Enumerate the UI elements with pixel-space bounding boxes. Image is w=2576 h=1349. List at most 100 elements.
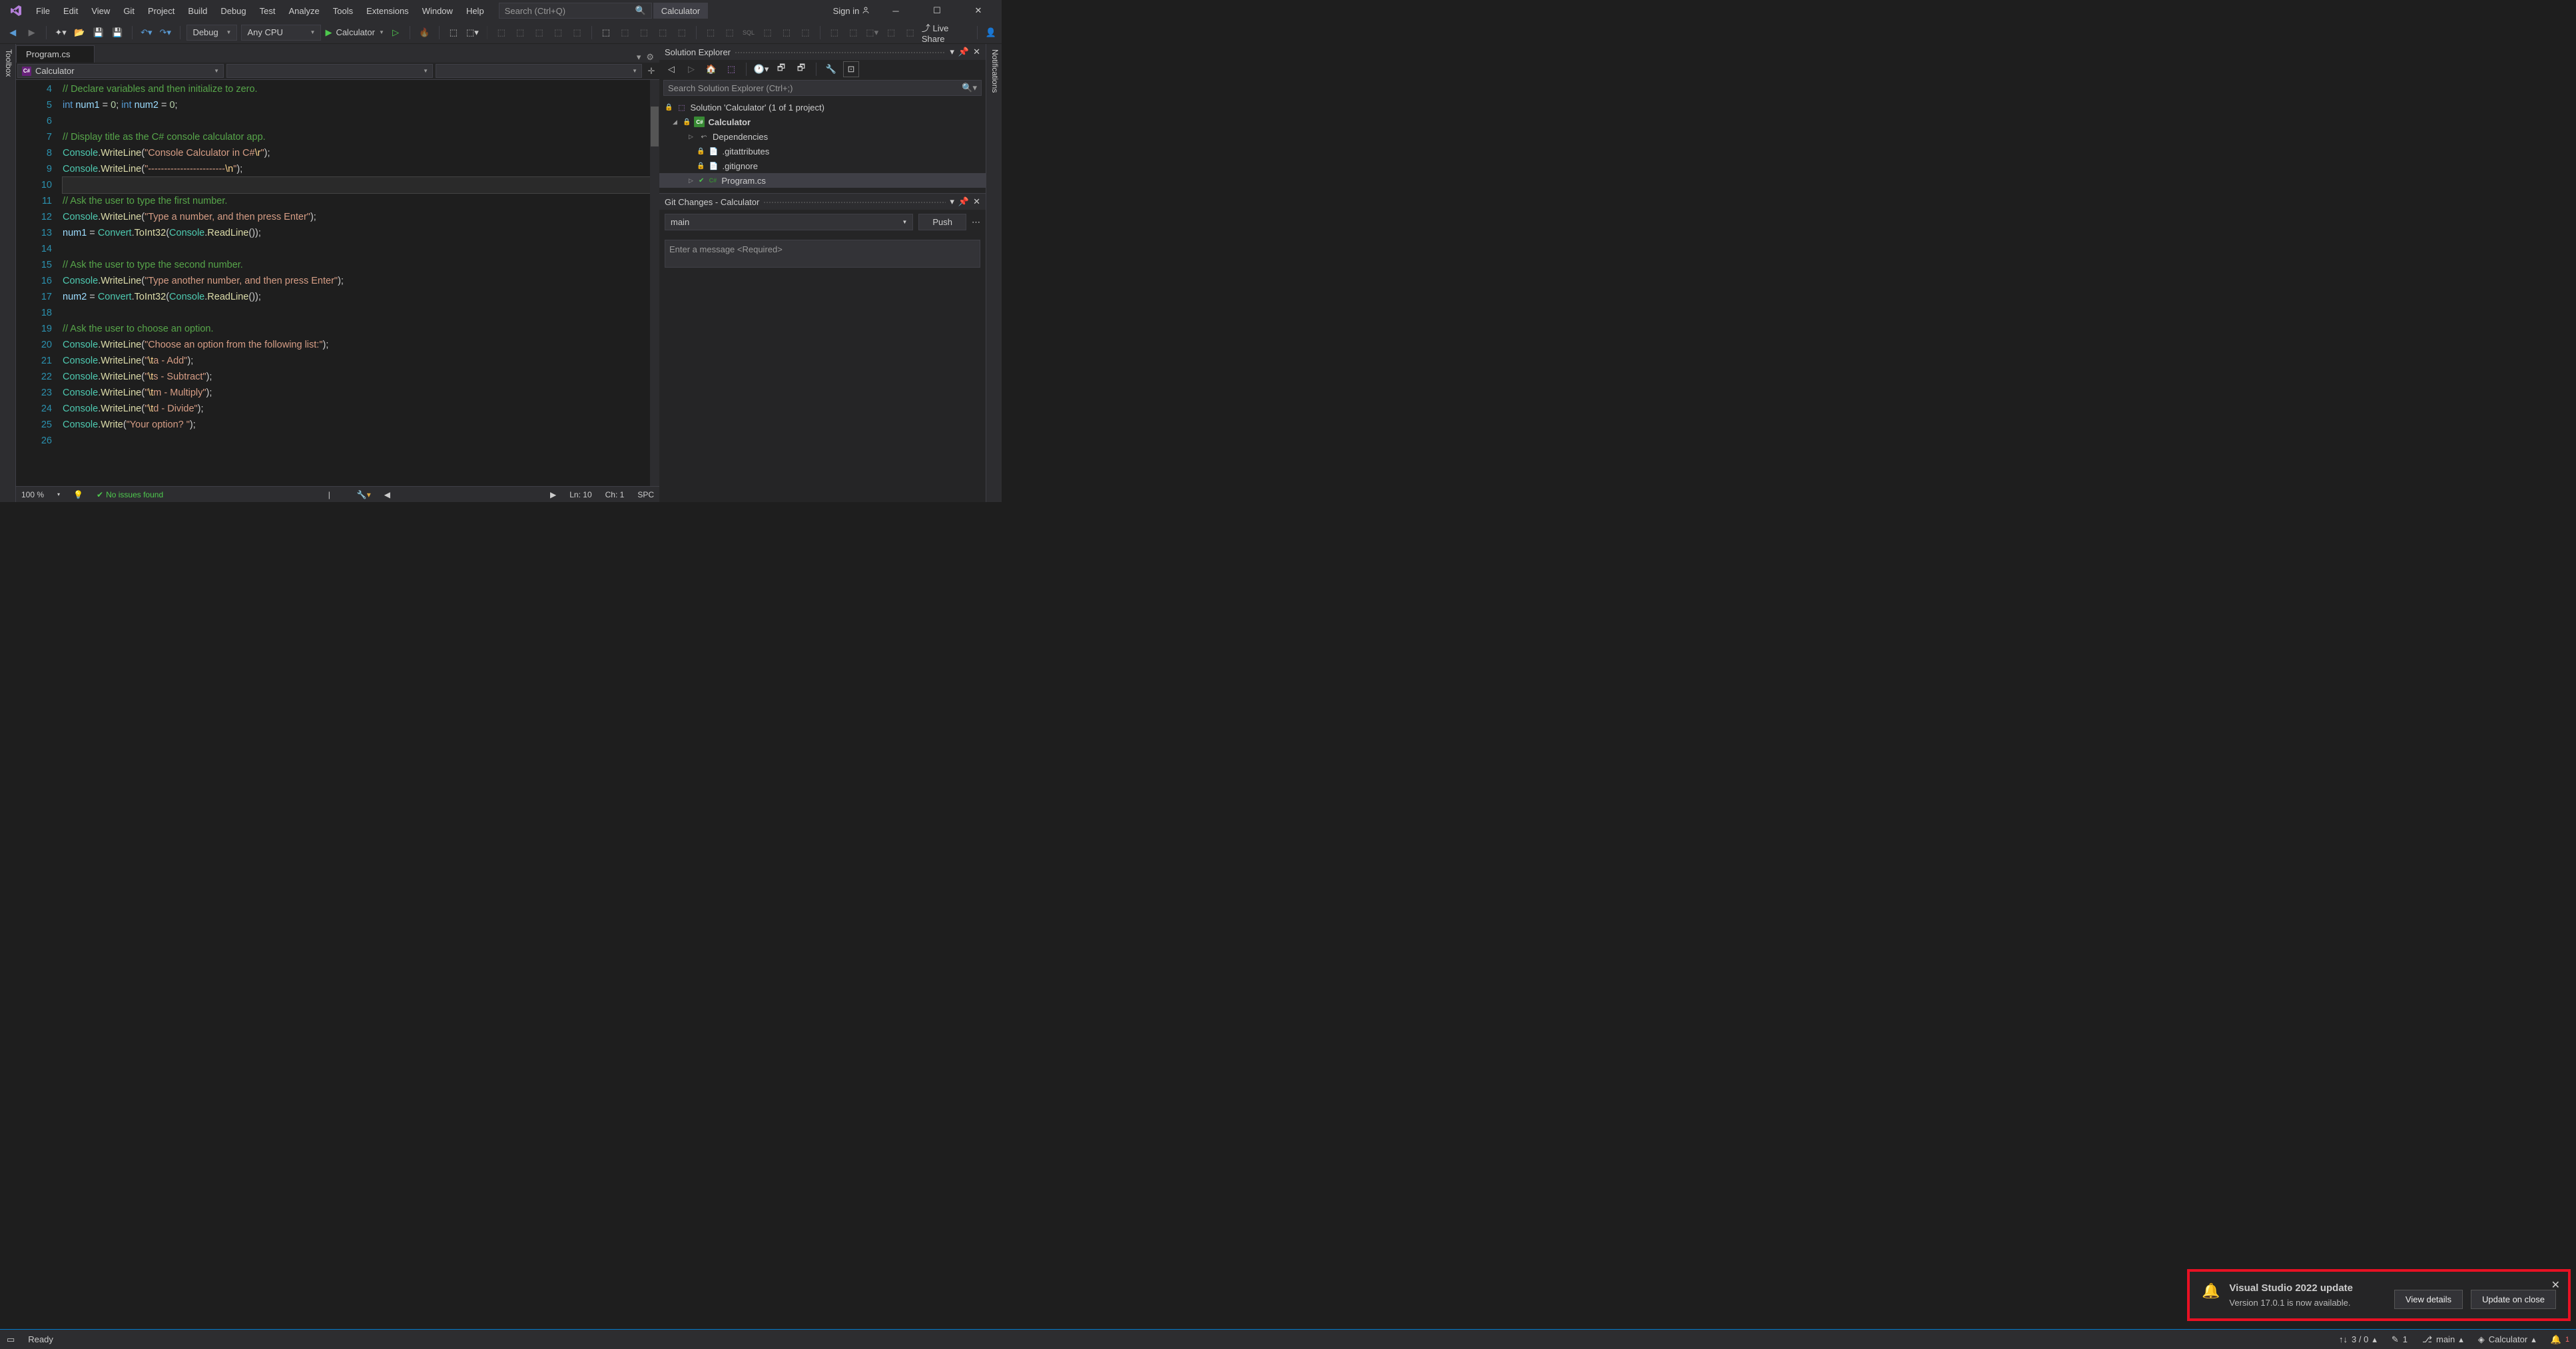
platform-dropdown[interactable]: Any CPU▼ xyxy=(241,25,321,41)
branch-status[interactable]: ⎇ main ▴ xyxy=(2422,1334,2463,1345)
sync-status[interactable]: ↑↓ 3 / 0 ▴ xyxy=(2339,1334,2377,1345)
minimize-button[interactable]: ─ xyxy=(880,0,911,21)
push-button[interactable]: Push xyxy=(918,214,966,230)
sql-icon: SQL xyxy=(741,25,756,41)
search-box[interactable]: Search (Ctrl+Q) 🔍 xyxy=(499,3,652,19)
back-icon[interactable]: ◀ xyxy=(5,25,20,41)
preview-icon[interactable]: ⊡ xyxy=(843,61,859,77)
screwdriver-icon[interactable]: 🔧▾ xyxy=(357,490,371,499)
undo-icon[interactable]: ↶▾ xyxy=(139,25,154,41)
file-node-selected[interactable]: ▷✔C#Program.cs xyxy=(659,173,986,188)
intellicode-icon[interactable]: 💡 xyxy=(73,490,83,499)
tb-icon-16: ⬚ xyxy=(846,25,860,41)
forward-icon[interactable]: ▶ xyxy=(24,25,39,41)
panel-dropdown-icon[interactable]: ▾ xyxy=(950,196,954,207)
zoom-level[interactable]: 100 % xyxy=(21,490,44,499)
account-icon[interactable]: 👤 xyxy=(986,27,996,38)
start-debug-button[interactable]: ▶Calculator▼ xyxy=(325,27,384,38)
commit-message-input[interactable]: Enter a message <Required> xyxy=(665,240,980,268)
hscroll-left-icon[interactable]: ◀ xyxy=(384,490,390,499)
git-more-icon[interactable]: ⋯ xyxy=(972,217,980,228)
solution-node[interactable]: 🔒⬚Solution 'Calculator' (1 of 1 project) xyxy=(659,100,986,115)
toolbox-tab[interactable]: Toolbox xyxy=(0,44,16,502)
menu-tools[interactable]: Tools xyxy=(326,2,360,20)
file-node[interactable]: 🔒📄.gitattributes xyxy=(659,144,986,158)
solution-search[interactable]: Search Solution Explorer (Ctrl+;)🔍▾ xyxy=(663,80,982,96)
hscroll-right-icon[interactable]: ▶ xyxy=(550,490,556,499)
home-icon[interactable]: 🏠 xyxy=(703,61,719,77)
target-status[interactable]: ◈ Calculator ▴ xyxy=(2478,1334,2536,1345)
back-nav-icon[interactable]: ◁ xyxy=(663,61,679,77)
split-icon[interactable]: ✛ xyxy=(643,63,659,79)
tb-icon-19: ⬚ xyxy=(902,25,917,41)
step-icon[interactable]: ⬚▾ xyxy=(465,25,480,41)
solution-explorer-header[interactable]: Solution Explorer ▾ 📌 ✕ xyxy=(659,44,986,60)
sync-icon[interactable]: 🗗 xyxy=(773,61,789,77)
menu-git[interactable]: Git xyxy=(117,2,141,20)
open-icon[interactable]: 📂 xyxy=(72,25,87,41)
issues-indicator[interactable]: ✔No issues found xyxy=(97,490,163,499)
menu-debug[interactable]: Debug xyxy=(214,2,252,20)
menu-build[interactable]: Build xyxy=(181,2,214,20)
live-share-button[interactable]: ⤴ Live Share xyxy=(922,21,969,44)
menu-window[interactable]: Window xyxy=(416,2,460,20)
maximize-button[interactable]: ☐ xyxy=(922,0,952,21)
search-placeholder: Search (Ctrl+Q) xyxy=(505,6,565,16)
menu-edit[interactable]: Edit xyxy=(57,2,85,20)
properties-icon[interactable]: 🔧 xyxy=(823,61,839,77)
nav-member-dropdown[interactable]: ▼ xyxy=(436,64,642,78)
dependencies-node[interactable]: ▷⬿Dependencies xyxy=(659,129,986,144)
menu-help[interactable]: Help xyxy=(460,2,491,20)
view-details-button[interactable]: View details xyxy=(2394,1290,2463,1309)
notifications-icon[interactable]: 🔔1 xyxy=(2551,1334,2569,1345)
nav-class-dropdown[interactable]: ▼ xyxy=(226,64,433,78)
browser-link-icon[interactable]: ⬚ xyxy=(446,25,461,41)
menu-extensions[interactable]: Extensions xyxy=(360,2,416,20)
tb-icon-15: ⬚ xyxy=(827,25,842,41)
panel-dropdown-icon[interactable]: ▾ xyxy=(950,47,954,57)
spaces-indicator[interactable]: SPC xyxy=(637,490,654,499)
new-item-icon[interactable]: ✦▾ xyxy=(53,25,68,41)
switch-views-icon[interactable]: ⬚ xyxy=(723,61,739,77)
sign-in-link[interactable]: Sign in xyxy=(833,6,870,16)
solution-tree[interactable]: 🔒⬚Solution 'Calculator' (1 of 1 project)… xyxy=(659,97,986,190)
branch-dropdown[interactable]: main▼ xyxy=(665,214,913,230)
panel-close-icon[interactable]: ✕ xyxy=(973,196,980,207)
show-all-icon[interactable]: 🗗 xyxy=(793,61,809,77)
tab-settings-icon[interactable]: ⚙ xyxy=(646,52,654,63)
pin-icon[interactable]: 📌 xyxy=(958,47,969,57)
hot-reload-icon[interactable]: 🔥 xyxy=(417,25,432,41)
update-on-close-button[interactable]: Update on close xyxy=(2471,1290,2556,1309)
status-ready: Ready xyxy=(28,1334,53,1344)
col-indicator[interactable]: Ch: 1 xyxy=(605,490,625,499)
menu-project[interactable]: Project xyxy=(141,2,181,20)
configuration-dropdown[interactable]: Debug▼ xyxy=(186,25,237,41)
menu-analyze[interactable]: Analyze xyxy=(282,2,326,20)
pending-changes-icon[interactable]: 🕐▾ xyxy=(753,61,769,77)
notifications-tab[interactable]: Notifications xyxy=(986,44,1002,502)
status-bar: ▭ Ready ↑↓ 3 / 0 ▴ ✎ 1 ⎇ main ▴ ◈ Calcul… xyxy=(0,1329,2576,1349)
panel-close-icon[interactable]: ✕ xyxy=(973,47,980,57)
menu-file[interactable]: File xyxy=(29,2,57,20)
solution-toolbar: ◁ ▷ 🏠 ⬚ 🕐▾ 🗗 🗗 🔧 ⊡ xyxy=(659,60,986,79)
line-indicator[interactable]: Ln: 10 xyxy=(569,490,591,499)
menu-view[interactable]: View xyxy=(85,2,117,20)
tab-dropdown-icon[interactable]: ▾ xyxy=(637,52,641,63)
fwd-nav-icon[interactable]: ▷ xyxy=(683,61,699,77)
pin-icon[interactable]: 📌 xyxy=(958,196,969,207)
nav-project-dropdown[interactable]: C#Calculator▼ xyxy=(17,64,224,78)
menu-test[interactable]: Test xyxy=(253,2,282,20)
close-button[interactable]: ✕ xyxy=(963,0,994,21)
bookmark-icon[interactable]: ⬚ xyxy=(599,25,613,41)
file-node[interactable]: 🔒📄.gitignore xyxy=(659,158,986,173)
save-icon[interactable]: 💾 xyxy=(91,25,106,41)
start-no-debug-icon[interactable]: ▷ xyxy=(388,25,403,41)
redo-icon[interactable]: ↷▾ xyxy=(158,25,172,41)
vertical-scrollbar[interactable] xyxy=(650,80,659,486)
project-node[interactable]: ◢🔒C#Calculator xyxy=(659,115,986,129)
save-all-icon[interactable]: 💾 xyxy=(110,25,125,41)
code-editor[interactable]: // Declare variables and then initialize… xyxy=(63,80,659,486)
git-changes-header[interactable]: Git Changes - Calculator ▾ 📌 ✕ xyxy=(659,194,986,210)
changes-status[interactable]: ✎ 1 xyxy=(2392,1334,2408,1345)
document-tab[interactable]: Program.cs xyxy=(16,45,95,63)
